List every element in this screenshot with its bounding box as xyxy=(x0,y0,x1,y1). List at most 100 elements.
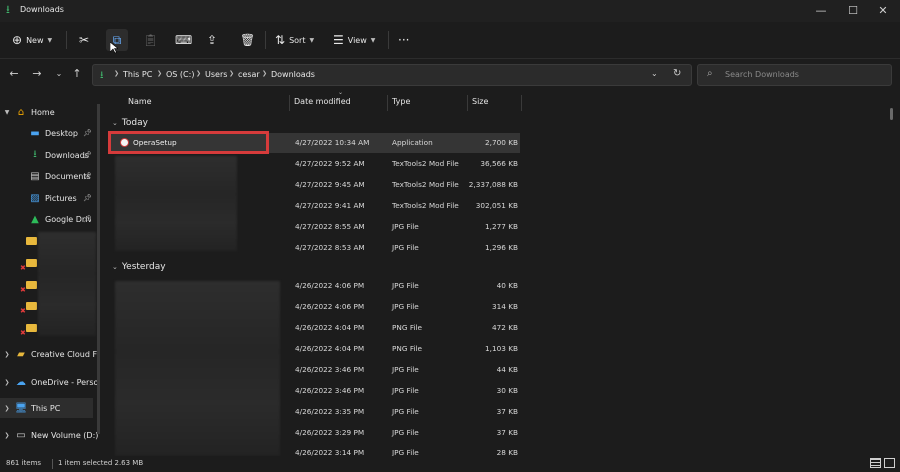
view-button[interactable]: ☰ View ▼ xyxy=(333,22,375,58)
breadcrumb-os-c[interactable]: OS (C:) xyxy=(166,70,194,79)
file-date: 4/27/2022 9:45 AM xyxy=(295,180,365,189)
expand-icon: ▼ xyxy=(4,108,10,116)
breadcrumb-this-pc[interactable]: This PC xyxy=(123,70,152,79)
share-button[interactable]: ⇪ xyxy=(207,22,221,58)
file-size: 2,337,088 KB xyxy=(468,180,518,189)
nav-new-volume-label: New Volume (D:) xyxy=(31,430,99,440)
column-divider[interactable] xyxy=(521,95,522,111)
search-icon: ⌕ xyxy=(707,68,713,79)
maximize-button[interactable]: ☐ xyxy=(840,3,866,19)
nav-home-label: Home xyxy=(31,107,55,117)
folder-icon[interactable] xyxy=(26,259,37,267)
minimize-button[interactable]: — xyxy=(808,3,834,19)
error-badge-icon: ✖ xyxy=(20,307,26,315)
address-bar[interactable]: ⭳ ❯ This PC ❯ OS (C:) ❯ Users ❯ cesar ❯ … xyxy=(92,64,692,86)
scrollbar-thumb[interactable] xyxy=(890,108,893,120)
folder-icon[interactable] xyxy=(26,302,37,310)
new-button[interactable]: ⊕ New ▼ xyxy=(12,22,52,58)
column-divider[interactable] xyxy=(467,95,468,111)
column-divider[interactable] xyxy=(387,95,388,111)
highlight-box xyxy=(108,131,269,154)
column-divider[interactable] xyxy=(289,95,290,111)
file-size: 30 KB xyxy=(496,386,518,395)
file-size: 1,277 KB xyxy=(485,222,518,231)
group-yesterday[interactable]: ⌄ Yesterday xyxy=(112,262,166,272)
cloud-icon: ☁ xyxy=(16,376,26,388)
nav-onedrive[interactable]: ❯ ☁ OneDrive - Perso xyxy=(0,372,100,392)
nav-home[interactable]: ▼ ⌂ Home xyxy=(0,102,100,122)
plus-circle-icon: ⊕ xyxy=(12,33,23,47)
new-label: New xyxy=(26,35,44,45)
file-date: 4/27/2022 8:55 AM xyxy=(295,222,365,231)
nav-desktop-label: Desktop xyxy=(45,128,78,138)
drive-icon: ▭ xyxy=(16,429,26,441)
file-date: 4/27/2022 9:52 AM xyxy=(295,159,365,168)
nav-scrollbar[interactable] xyxy=(97,104,100,434)
refresh-icon[interactable]: ↻ xyxy=(673,68,681,79)
google-drive-icon: ▲ xyxy=(31,213,39,225)
nav-new-volume[interactable]: ❯ ▭ New Volume (D:) xyxy=(0,425,100,445)
address-dropdown-icon[interactable]: ⌄ xyxy=(651,69,658,78)
folder-icon[interactable] xyxy=(26,324,37,332)
file-date: 4/26/2022 3:14 PM xyxy=(295,448,365,456)
details-view-icon[interactable] xyxy=(870,458,881,468)
blurred-file-names xyxy=(115,156,237,251)
view-list-icon: ☰ xyxy=(333,33,344,47)
nav-pictures[interactable]: ▨ Pictures 📌︎ xyxy=(0,188,100,208)
file-size: 1,103 KB xyxy=(485,344,518,353)
file-date: 4/27/2022 8:53 AM xyxy=(295,243,365,252)
scissors-icon: ✂ xyxy=(79,33,90,47)
column-name[interactable]: Name xyxy=(128,97,152,106)
tiles-view-icon[interactable] xyxy=(884,458,895,468)
recent-locations-button[interactable]: ⌄ xyxy=(52,67,66,81)
chevron-down-icon: ▼ xyxy=(370,36,376,44)
mouse-cursor-icon xyxy=(110,42,118,54)
collapse-icon: ⌄ xyxy=(112,119,118,127)
close-button[interactable]: ✕ xyxy=(870,3,896,19)
column-date-modified[interactable]: Date modified xyxy=(294,97,351,106)
paste-button[interactable]: 📋︎ xyxy=(143,22,162,58)
breadcrumb-downloads[interactable]: Downloads xyxy=(271,70,315,79)
sort-button[interactable]: ⇅ Sort ▼ xyxy=(275,22,314,58)
folder-icon[interactable] xyxy=(26,237,37,245)
item-count: 861 items xyxy=(6,459,42,467)
nav-documents[interactable]: ▤ Documents 📌︎ xyxy=(0,166,100,186)
rename-button[interactable]: ⌨︎ xyxy=(175,22,196,58)
file-size: 37 KB xyxy=(496,428,518,437)
forward-button[interactable]: → xyxy=(30,67,44,81)
column-header: Name ⌄ Date modified Type Size xyxy=(110,89,530,112)
nav-this-pc[interactable]: ❯ 🖥︎ This PC xyxy=(0,398,93,418)
error-badge-icon: ✖ xyxy=(20,286,26,294)
back-button[interactable]: ← xyxy=(7,67,21,81)
nav-creative-cloud[interactable]: ❯ ▰ Creative Cloud F xyxy=(0,344,100,364)
downloads-icon: ⭳ xyxy=(33,148,37,160)
breadcrumb-separator: ❯ xyxy=(196,70,202,77)
file-type: PNG File xyxy=(392,323,423,332)
cut-button[interactable]: ✂ xyxy=(79,22,93,58)
blurred-file-names xyxy=(115,281,280,456)
column-size[interactable]: Size xyxy=(472,97,488,106)
sort-indicator-icon: ⌄ xyxy=(338,89,344,96)
search-box[interactable]: ⌕ Search Downloads xyxy=(697,64,892,86)
group-today[interactable]: ⌄ Today xyxy=(112,118,148,128)
more-options-button[interactable]: ··· xyxy=(398,22,409,58)
file-date: 4/26/2022 4:04 PM xyxy=(295,344,365,353)
window-title: Downloads xyxy=(20,5,64,14)
file-size: 28 KB xyxy=(496,448,518,456)
file-type: JPG File xyxy=(392,365,419,374)
up-button[interactable]: ↑ xyxy=(70,67,84,81)
nav-google-drive[interactable]: ▲ Google Drive 📌︎ xyxy=(0,209,100,229)
nav-desktop[interactable]: ▬ Desktop 📌︎ xyxy=(0,123,100,143)
file-date: 4/26/2022 3:35 PM xyxy=(295,407,365,416)
column-type[interactable]: Type xyxy=(392,97,410,106)
folder-icon[interactable] xyxy=(26,281,37,289)
toolbar-divider xyxy=(265,31,266,49)
delete-button[interactable]: 🗑︎ xyxy=(240,22,259,58)
breadcrumb-users[interactable]: Users xyxy=(205,70,227,79)
expand-icon: ❯ xyxy=(4,431,10,439)
nav-downloads[interactable]: ⭳ Downloads 📌︎ xyxy=(0,145,100,165)
content-scrollbar[interactable] xyxy=(890,100,896,450)
desktop-icon: ▬ xyxy=(30,127,40,139)
trash-icon: 🗑︎ xyxy=(240,33,256,47)
breadcrumb-cesar[interactable]: cesar xyxy=(238,70,260,79)
